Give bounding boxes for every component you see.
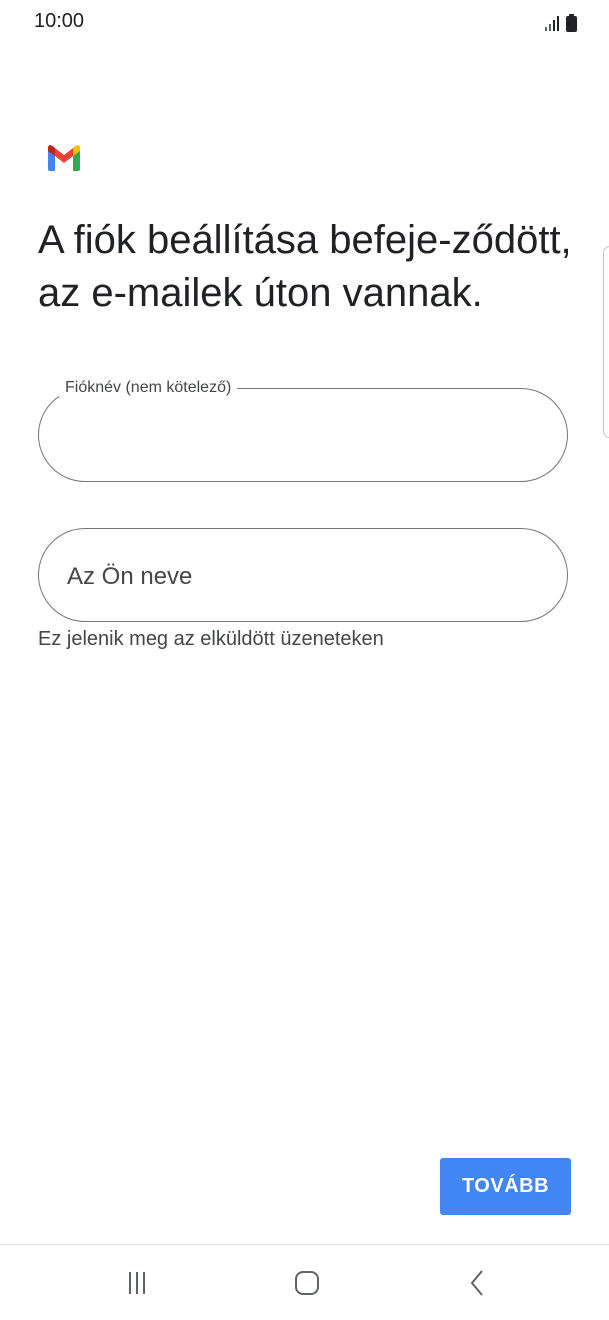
recents-icon (129, 1272, 145, 1294)
navigation-bar (0, 1245, 609, 1320)
your-name-field[interactable] (38, 528, 568, 622)
home-icon (295, 1271, 319, 1295)
edge-panel-handle[interactable] (603, 246, 609, 438)
home-button[interactable] (287, 1267, 327, 1299)
back-button[interactable] (458, 1267, 498, 1299)
back-icon (470, 1270, 483, 1296)
account-name-input[interactable] (65, 417, 541, 457)
gmail-logo-icon (48, 145, 80, 171)
status-bar: 10:00 (0, 0, 609, 48)
signal-icon (545, 16, 559, 31)
recents-button[interactable] (117, 1267, 157, 1299)
status-time: 10:00 (34, 10, 85, 32)
status-icons (544, 12, 577, 32)
account-name-field[interactable]: Fióknév (nem kötelező) (38, 378, 568, 482)
your-name-helper-text: Ez jelenik meg az elküldött üzeneteken (38, 628, 384, 650)
your-name-input[interactable] (65, 557, 541, 597)
page-title: A fiók beállítása befeje-ződött, az e-ma… (38, 218, 572, 315)
next-button[interactable]: TOVÁBB (440, 1158, 571, 1215)
account-name-label: Fióknév (nem kötelező) (59, 378, 238, 398)
battery-icon (566, 14, 577, 32)
